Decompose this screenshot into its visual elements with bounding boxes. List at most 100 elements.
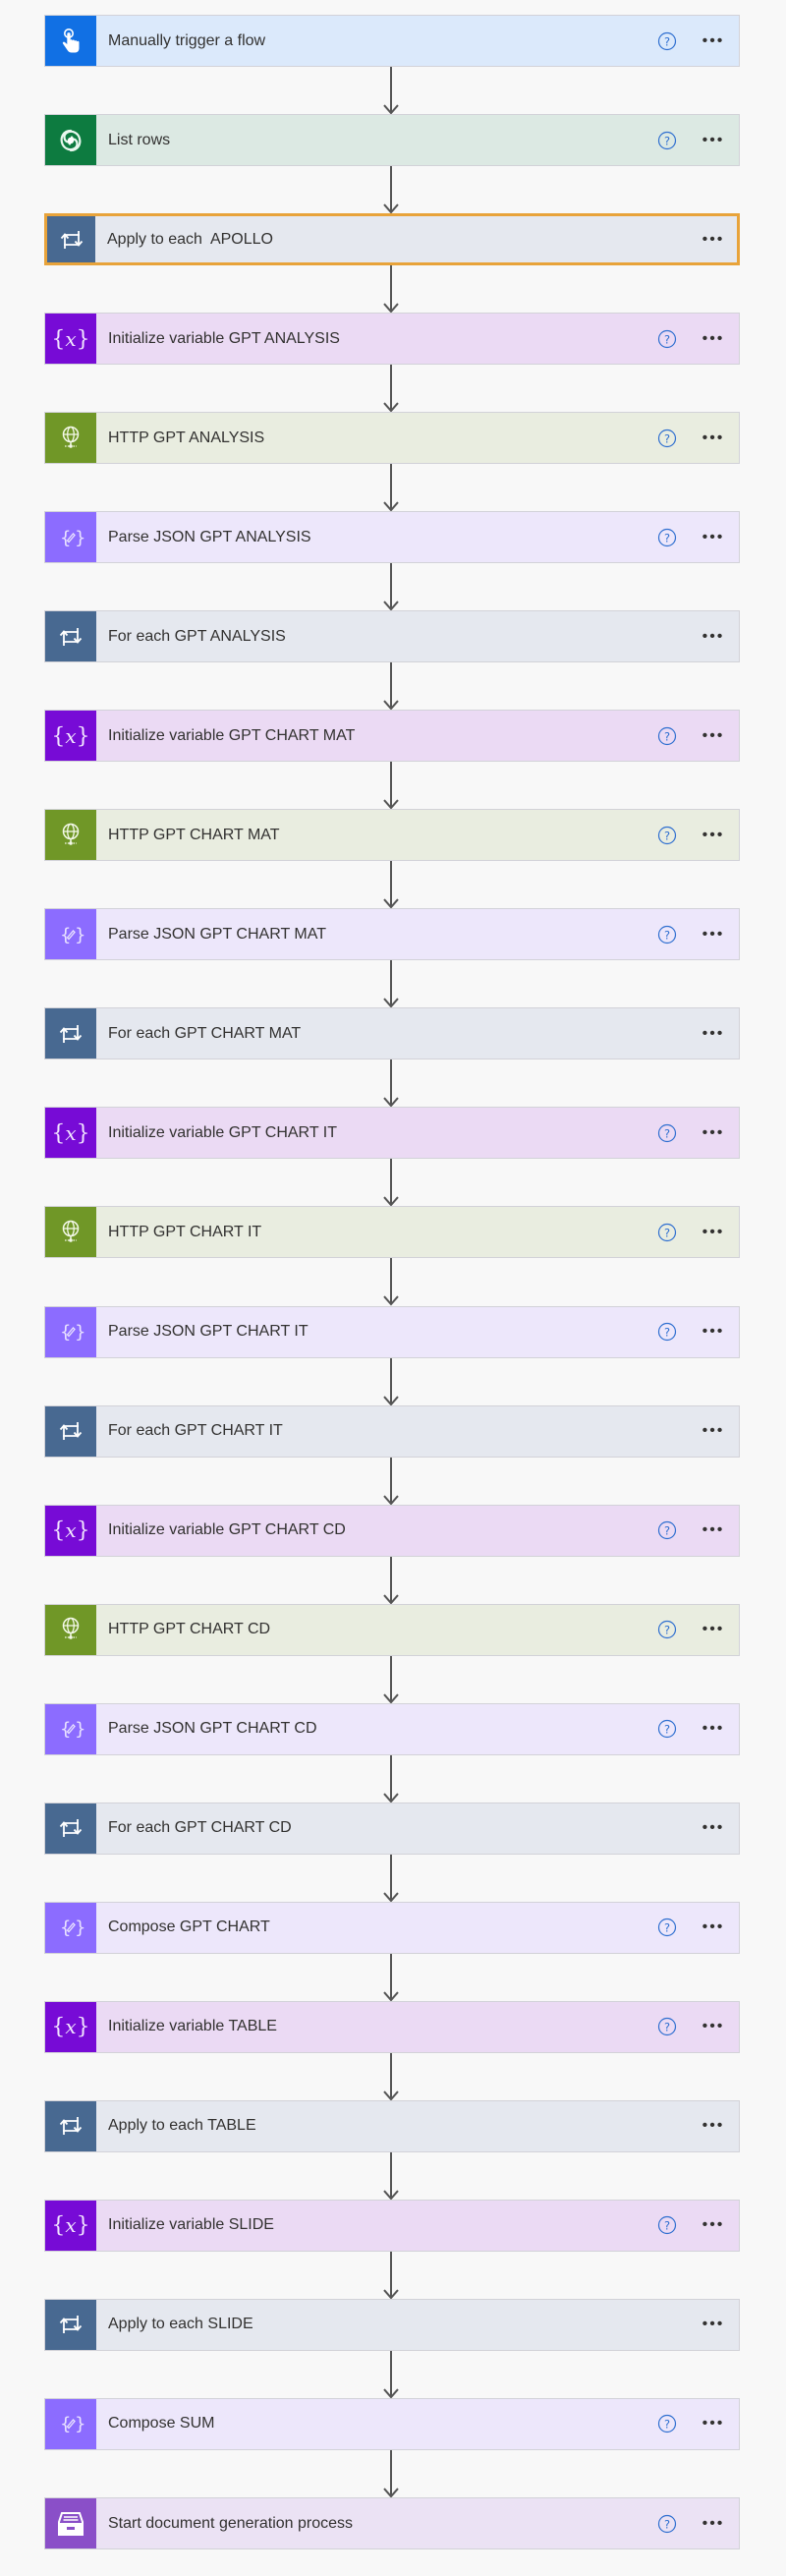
more-options-icon[interactable]: ••• xyxy=(697,1620,730,1639)
flow-step-card[interactable]: For each GPT CHART IT ••• xyxy=(44,1404,740,1458)
help-circle-icon[interactable]: ? xyxy=(657,2215,677,2235)
connector-arrow xyxy=(381,2052,401,2100)
more-options-icon[interactable]: ••• xyxy=(697,1322,730,1342)
loop-icon xyxy=(45,1803,96,1854)
flow-step-card[interactable]: {x} Initialize variable SLIDE? ••• xyxy=(44,2199,740,2252)
flow-step-title: Apply to each TABLE xyxy=(108,2117,256,2135)
flow-step-card[interactable]: {x} Initialize variable GPT ANALYSIS? ••• xyxy=(44,313,740,366)
help-circle-icon[interactable]: ? xyxy=(657,429,677,448)
more-options-icon[interactable]: ••• xyxy=(697,2215,730,2235)
more-options-icon[interactable]: ••• xyxy=(697,230,730,250)
arrow-down-icon xyxy=(383,2151,399,2200)
connector-arrow xyxy=(381,365,401,413)
more-options-icon[interactable]: ••• xyxy=(697,1918,730,1937)
more-options-icon[interactable]: ••• xyxy=(697,1719,730,1739)
data-operation-icon: {} xyxy=(45,512,96,563)
flow-step-card[interactable]: For each GPT CHART MAT ••• xyxy=(44,1007,740,1060)
svg-text:?: ? xyxy=(664,1722,670,1736)
more-options-icon[interactable]: ••• xyxy=(697,131,730,150)
svg-text:?: ? xyxy=(664,332,670,346)
more-options-icon[interactable]: ••• xyxy=(697,726,730,746)
more-options-icon[interactable]: ••• xyxy=(697,1123,730,1143)
flow-step-card[interactable]: Start document generation process? ••• xyxy=(44,2497,740,2549)
touch-hand-icon xyxy=(45,16,96,66)
help-circle-icon[interactable]: ? xyxy=(657,329,677,349)
data-operation-icon: {} xyxy=(45,909,96,960)
flow-step-card[interactable]: Apply to each APOLLO ••• xyxy=(44,213,740,266)
help-circle-icon[interactable]: ? xyxy=(657,528,677,547)
flow-step-card[interactable]: {x} Initialize variable TABLE? ••• xyxy=(44,2000,740,2053)
svg-text:?: ? xyxy=(664,1921,670,1935)
arrow-down-icon xyxy=(383,1357,399,1405)
connector-arrow xyxy=(381,960,401,1008)
svg-text:?: ? xyxy=(664,531,670,544)
flow-step-card[interactable]: {x} Initialize variable GPT CHART CD? ••• xyxy=(44,1504,740,1557)
more-options-icon[interactable]: ••• xyxy=(697,2017,730,2036)
flow-step-card[interactable]: HTTP GPT ANALYSIS? ••• xyxy=(44,412,740,465)
flow-step-card[interactable]: Apply to each SLIDE ••• xyxy=(44,2298,740,2351)
more-options-icon[interactable]: ••• xyxy=(697,2514,730,2534)
help-circle-icon[interactable]: ? xyxy=(657,826,677,845)
help-circle-icon[interactable]: ? xyxy=(657,1520,677,1540)
connector-arrow xyxy=(381,1953,401,2001)
flow-step-card[interactable]: For each GPT ANALYSIS ••• xyxy=(44,610,740,663)
more-options-icon[interactable]: ••• xyxy=(697,1223,730,1242)
flow-step-card[interactable]: HTTP GPT CHART MAT? ••• xyxy=(44,809,740,862)
help-circle-icon[interactable]: ? xyxy=(657,925,677,945)
help-circle-icon[interactable]: ? xyxy=(657,1620,677,1639)
help-circle-icon[interactable]: ? xyxy=(657,1123,677,1143)
help-circle-icon[interactable]: ? xyxy=(657,131,677,150)
flow-step-card[interactable]: Apply to each TABLE ••• xyxy=(44,2099,740,2152)
more-options-icon[interactable]: ••• xyxy=(697,627,730,647)
flow-step-card[interactable]: {} Compose SUM? ••• xyxy=(44,2397,740,2450)
variable-icon: {x} xyxy=(45,2001,96,2052)
more-options-icon[interactable]: ••• xyxy=(697,1421,730,1441)
data-operation-icon: {} xyxy=(45,1902,96,1953)
flow-step-card[interactable]: Manually trigger a flow? ••• xyxy=(44,15,740,67)
flow-step-card[interactable]: List rows? ••• xyxy=(44,114,740,167)
flow-step-card[interactable]: {} Compose GPT CHART? ••• xyxy=(44,1901,740,1954)
flow-step-card[interactable]: {x} Initialize variable GPT CHART MAT? ••• xyxy=(44,710,740,763)
more-options-icon[interactable]: ••• xyxy=(697,31,730,51)
flow-step-card[interactable]: {} Parse JSON GPT ANALYSIS? ••• xyxy=(44,511,740,564)
arrow-down-icon xyxy=(383,1159,399,1207)
connector-arrow xyxy=(381,67,401,115)
help-circle-icon[interactable]: ? xyxy=(657,1719,677,1739)
more-options-icon[interactable]: ••• xyxy=(697,1024,730,1044)
help-circle-icon[interactable]: ? xyxy=(657,726,677,746)
more-options-icon[interactable]: ••• xyxy=(697,528,730,547)
svg-text:?: ? xyxy=(664,2021,670,2034)
flow-step-card[interactable]: {} Parse JSON GPT CHART IT? ••• xyxy=(44,1305,740,1358)
help-circle-icon[interactable]: ? xyxy=(657,2017,677,2036)
more-options-icon[interactable]: ••• xyxy=(697,2414,730,2433)
flow-step-card[interactable]: HTTP GPT CHART IT? ••• xyxy=(44,1206,740,1259)
more-options-icon[interactable]: ••• xyxy=(697,826,730,845)
dataverse-icon xyxy=(45,115,96,166)
flow-step-card[interactable]: HTTP GPT CHART CD? ••• xyxy=(44,1603,740,1656)
flow-step-card[interactable]: {x} Initialize variable GPT CHART IT? ••• xyxy=(44,1107,740,1160)
more-options-icon[interactable]: ••• xyxy=(697,2116,730,2136)
more-options-icon[interactable]: ••• xyxy=(697,1818,730,1838)
globe-icon xyxy=(45,1604,96,1655)
connector-arrow xyxy=(381,265,401,314)
more-options-icon[interactable]: ••• xyxy=(697,1520,730,1540)
help-circle-icon[interactable]: ? xyxy=(657,1223,677,1242)
flow-step-card[interactable]: {} Parse JSON GPT CHART MAT? ••• xyxy=(44,908,740,961)
more-options-icon[interactable]: ••• xyxy=(697,2315,730,2334)
file-cabinet-icon xyxy=(45,2498,96,2548)
arrow-down-icon xyxy=(383,2350,399,2398)
flow-step-card[interactable]: For each GPT CHART CD ••• xyxy=(44,1802,740,1855)
more-options-icon[interactable]: ••• xyxy=(697,329,730,349)
connector-arrow xyxy=(381,2350,401,2398)
more-options-icon[interactable]: ••• xyxy=(697,925,730,945)
loop-icon xyxy=(45,2100,96,2151)
arrow-down-icon xyxy=(383,960,399,1008)
help-circle-icon[interactable]: ? xyxy=(657,1918,677,1937)
svg-text:{x}: {x} xyxy=(51,2213,89,2238)
more-options-icon[interactable]: ••• xyxy=(697,429,730,448)
help-circle-icon[interactable]: ? xyxy=(657,31,677,51)
flow-step-card[interactable]: {} Parse JSON GPT CHART CD? ••• xyxy=(44,1702,740,1755)
help-circle-icon[interactable]: ? xyxy=(657,1322,677,1342)
help-circle-icon[interactable]: ? xyxy=(657,2414,677,2433)
help-circle-icon[interactable]: ? xyxy=(657,2514,677,2534)
